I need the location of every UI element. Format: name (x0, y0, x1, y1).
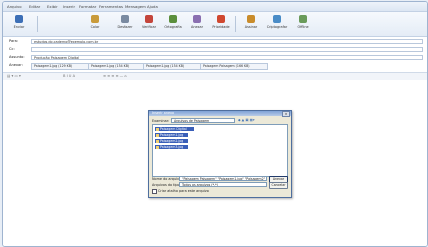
compose-window: Arquivo Editar Exibir Inserir Formatar F… (2, 1, 428, 247)
menu-insert[interactable]: Inserir (63, 4, 75, 9)
toolbar-separator (235, 16, 236, 32)
menu-view[interactable]: Exibir (47, 4, 58, 9)
toolbar: Enviar Colar Desfazer Verificar Ortograf… (3, 12, 427, 37)
to-label[interactable]: Para: (9, 39, 18, 43)
lookin-select[interactable]: Arquivos de Paisagem (171, 118, 235, 123)
attachment-chip[interactable]: Paisagem1.jpg (129 KB) (31, 63, 89, 70)
shortcut-label: Criar atalho para este arquivo (158, 189, 209, 193)
image-file-icon (156, 139, 159, 143)
bold-icon[interactable]: B I U A (63, 74, 75, 78)
list-item[interactable]: Paisagem Digital (155, 127, 194, 131)
sign-label: Assinar (244, 25, 258, 29)
check-names-label: Verificar (142, 25, 156, 29)
undo-button[interactable]: Desfazer (113, 15, 137, 35)
list-item[interactable]: Paisagem2.jpg (155, 139, 188, 143)
subject-field[interactable]: Produção Paisagem Digital (31, 55, 423, 60)
cc-label[interactable]: Cc: (9, 47, 15, 51)
file-name: Paisagem Digital (160, 127, 187, 131)
sign-icon (247, 15, 255, 23)
paste-button[interactable]: Colar (83, 15, 107, 35)
to-row: Para: estudos.do.caderno@exemplo.com.br (9, 39, 423, 45)
offline-label: Offline (297, 25, 309, 29)
attach-label: Anexar (191, 25, 203, 29)
image-file-icon (156, 133, 159, 137)
attach-label: Anexar: (9, 63, 23, 67)
filetype-label: Arquivos do tipo: (152, 183, 181, 187)
check-names-icon (145, 15, 153, 23)
dialog-title: Inserir anexo (152, 111, 175, 115)
subject-label: Assunto: (9, 55, 25, 59)
cc-row: Cc: (9, 47, 423, 53)
filetype-select[interactable]: Todos os arquivos (*.*) (179, 182, 267, 187)
send-icon (15, 15, 23, 23)
attachment-list: Paisagem1.jpg (129 KB) Paisagem1.jpg (15… (31, 63, 423, 70)
up-folder-icon[interactable]: ◆ ▲ ▣ ▦▾ (238, 118, 255, 122)
close-icon[interactable]: × (282, 111, 290, 117)
toolbar-separator (37, 16, 38, 32)
subject-row: Assunto: Produção Paisagem Digital (9, 55, 423, 61)
menu-tools[interactable]: Ferramentas (99, 4, 123, 9)
cancel-button[interactable]: Cancelar (269, 182, 288, 189)
shortcut-checkbox[interactable] (152, 189, 157, 194)
filename-input[interactable]: "Paisagem Paisagem" "Paisagem1.jpg" "Pai… (179, 176, 267, 181)
align-icon[interactable]: ≡ ≡ ≡ ≡ — ⌂ (103, 74, 127, 78)
attachment-chip[interactable]: Paisagem1.jpg (154 KB) (88, 63, 144, 70)
attach-icon (193, 15, 201, 23)
send-label: Enviar (13, 25, 25, 29)
priority-button[interactable]: Prioridade (209, 15, 233, 35)
list-item[interactable]: Paisagem1.jpg (155, 133, 188, 137)
offline-button[interactable]: Offline (291, 15, 315, 35)
list-item[interactable]: Paisagem3.jpg (155, 145, 188, 149)
menu-message[interactable]: Mensagem (125, 4, 146, 9)
dialog-title-bar: Inserir anexo × (149, 111, 291, 117)
attachment-chip[interactable]: Paisagem Paisagem (166 KB) (200, 63, 268, 70)
check-names-button[interactable]: Verificar (137, 15, 161, 35)
filename-label: Nome do arquivo: (152, 177, 183, 181)
folder-icon (156, 127, 159, 131)
file-name: Paisagem2.jpg (160, 139, 184, 143)
encrypt-button[interactable]: Criptografar (265, 15, 289, 35)
file-name: Paisagem1.jpg (160, 133, 184, 137)
spelling-icon (169, 15, 177, 23)
spelling-label: Ortografia (164, 25, 182, 29)
font-icon[interactable]: ▤ ▾ ▭ ▾ (7, 74, 21, 78)
menu-file[interactable]: Arquivo (7, 4, 22, 9)
menu-bar: Arquivo Editar Exibir Inserir Formatar F… (3, 2, 427, 12)
menu-format[interactable]: Formatar (79, 4, 96, 9)
offline-icon (299, 15, 307, 23)
image-file-icon (156, 145, 159, 149)
cc-field[interactable] (31, 47, 423, 52)
encrypt-label: Criptografar (266, 25, 288, 29)
send-button[interactable]: Enviar (7, 15, 31, 35)
attach-button[interactable]: Anexar (185, 15, 209, 35)
menu-edit[interactable]: Editar (29, 4, 40, 9)
priority-label: Prioridade (212, 25, 230, 29)
file-list[interactable]: Paisagem Digital Paisagem1.jpg Paisagem2… (152, 124, 288, 177)
file-name: Paisagem3.jpg (160, 145, 184, 149)
encrypt-icon (273, 15, 281, 23)
insert-attachment-dialog: Inserir anexo × Examinar: Arquivos de Pa… (148, 110, 292, 198)
undo-icon (121, 15, 129, 23)
sign-button[interactable]: Assinar (239, 15, 263, 35)
attachment-chip[interactable]: Paisagem1.jpg (154 KB) (143, 63, 201, 70)
spelling-button[interactable]: Ortografia (161, 15, 185, 35)
priority-icon (217, 15, 225, 23)
to-field[interactable]: estudos.do.caderno@exemplo.com.br (31, 39, 423, 44)
paste-label: Colar (90, 25, 100, 29)
paste-icon (91, 15, 99, 23)
lookin-label: Examinar: (152, 119, 170, 123)
undo-label: Desfazer (117, 25, 133, 29)
menu-help[interactable]: Ajuda (147, 4, 158, 9)
